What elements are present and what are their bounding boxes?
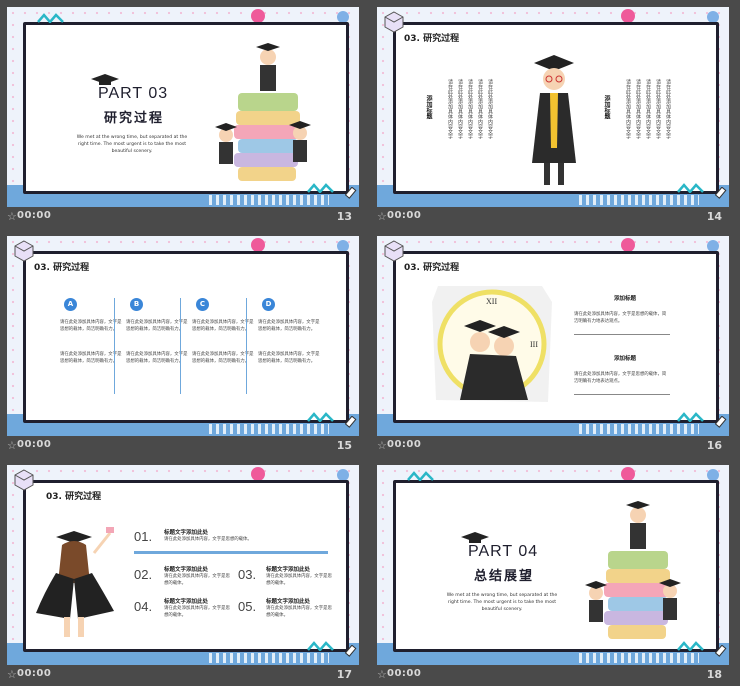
column-title: 添加标题 bbox=[425, 95, 432, 119]
content-frame: 03. 研究过程 01. 标题文字添加此处 请在此处添加具体内容，文字是思想的载… bbox=[23, 480, 349, 652]
pencil-icon bbox=[715, 645, 727, 657]
slide-time: 00:00 bbox=[387, 439, 422, 450]
content-frame: 03. 研究过程 添加标题 请在此处添加具体内容文字 请在此处添加具体内容文字 … bbox=[393, 22, 719, 194]
hexagon-icon bbox=[14, 240, 34, 262]
slide-thumb-14[interactable]: 03. 研究过程 添加标题 请在此处添加具体内容文字 请在此处添加具体内容文字 … bbox=[370, 0, 730, 228]
graduates-books-illustration bbox=[215, 43, 311, 181]
slide-status-bar: ☆ 00:00 16 bbox=[370, 436, 730, 457]
slide-thumb-13[interactable]: PART 03 研究过程 We met at the wrong time, b… bbox=[0, 0, 360, 228]
slide-time: 00:00 bbox=[17, 210, 52, 221]
slide-canvas: 03. 研究过程 A 请在此处添加具体内容，文字是思想的载体，简洁明确有力。 请… bbox=[7, 236, 359, 436]
item-label: 添加标题 bbox=[614, 296, 637, 302]
pink-circle bbox=[251, 9, 265, 23]
slide-canvas: 03. 研究过程 XII III 添加标题 请在此处添加具体内容，文字是思想的载… bbox=[377, 236, 729, 436]
item-title: 标题文字添加此处 bbox=[266, 599, 311, 605]
zigzag-icon bbox=[677, 183, 704, 193]
zigzag-icon bbox=[307, 183, 334, 193]
slide-number: 16 bbox=[706, 439, 722, 452]
svg-text:XII: XII bbox=[486, 297, 497, 306]
part-title: 总结展望 bbox=[474, 569, 535, 584]
pencil-icon bbox=[345, 187, 357, 199]
pencil-icon bbox=[345, 416, 357, 428]
slide-number: 13 bbox=[336, 210, 352, 223]
star-icon: ☆ bbox=[377, 668, 387, 681]
item-badge: C bbox=[196, 298, 209, 311]
pencil-icon bbox=[715, 416, 727, 428]
star-icon: ☆ bbox=[7, 668, 17, 681]
zigzag-icon bbox=[677, 641, 704, 651]
graduates-books-illustration bbox=[585, 501, 681, 639]
star-icon: ☆ bbox=[7, 210, 17, 223]
zigzag-icon bbox=[37, 13, 64, 23]
pink-circle bbox=[621, 467, 635, 481]
zigzag-icon bbox=[407, 471, 434, 481]
slide-header: 03. 研究过程 bbox=[46, 492, 102, 502]
star-icon: ☆ bbox=[377, 210, 387, 223]
clock-graduates-illustration: XII III bbox=[432, 286, 552, 402]
part-title: 研究过程 bbox=[104, 111, 165, 126]
slide-number: 15 bbox=[336, 439, 352, 452]
slide-status-bar: ☆ 00:00 15 bbox=[0, 436, 360, 457]
content-frame: 03. 研究过程 XII III 添加标题 请在此处添加具体内容，文字是思想的载… bbox=[393, 251, 719, 423]
content-frame: PART 03 研究过程 We met at the wrong time, b… bbox=[23, 22, 349, 194]
pink-circle bbox=[251, 238, 265, 252]
item-label: 添加标题 bbox=[614, 356, 637, 362]
star-icon: ☆ bbox=[377, 439, 387, 452]
pencil-icon bbox=[715, 187, 727, 199]
zigzag-icon bbox=[307, 641, 334, 651]
pencil-icon bbox=[345, 645, 357, 657]
zigzag-icon bbox=[307, 412, 334, 422]
graduate-boy-illustration bbox=[532, 55, 576, 185]
item-badge: B bbox=[130, 298, 143, 311]
item-title: 标题文字添加此处 bbox=[164, 599, 209, 605]
part-subtitle: We met at the wrong time, but separated … bbox=[76, 135, 188, 154]
item-title: 标题文字添加此处 bbox=[164, 530, 209, 536]
slide-thumb-16[interactable]: 03. 研究过程 XII III 添加标题 请在此处添加具体内容，文字是思想的载… bbox=[370, 229, 730, 457]
item-title: 标题文字添加此处 bbox=[164, 567, 209, 573]
graduate-girl-illustration bbox=[36, 527, 114, 637]
content-frame: 03. 研究过程 A 请在此处添加具体内容，文字是思想的载体，简洁明确有力。 请… bbox=[23, 251, 349, 423]
content-frame: PART 04 总结展望 We met at the wrong time, b… bbox=[393, 480, 719, 652]
hexagon-icon bbox=[14, 469, 34, 491]
slide-header: 03. 研究过程 bbox=[404, 34, 460, 44]
zigzag-icon bbox=[677, 412, 704, 422]
item-title: 标题文字添加此处 bbox=[266, 567, 311, 573]
column-title: 添加标题 bbox=[603, 95, 610, 119]
slide-thumb-18[interactable]: PART 04 总结展望 We met at the wrong time, b… bbox=[370, 458, 730, 686]
part-label: PART 03 bbox=[98, 85, 169, 102]
slide-number: 14 bbox=[706, 210, 722, 223]
pink-circle bbox=[621, 9, 635, 23]
slide-header: 03. 研究过程 bbox=[34, 263, 90, 273]
hexagon-icon bbox=[384, 240, 404, 262]
slide-time: 00:00 bbox=[17, 439, 52, 450]
slide-time: 00:00 bbox=[17, 668, 52, 679]
part-subtitle: We met at the wrong time, but separated … bbox=[446, 593, 558, 612]
slide-header: 03. 研究过程 bbox=[404, 263, 460, 273]
slide-status-bar: ☆ 00:00 13 bbox=[0, 207, 360, 228]
slide-time: 00:00 bbox=[387, 668, 422, 679]
slide-number: 18 bbox=[706, 668, 722, 681]
slide-canvas: PART 03 研究过程 We met at the wrong time, b… bbox=[7, 7, 359, 207]
hexagon-icon bbox=[384, 11, 404, 33]
part-label: PART 04 bbox=[468, 543, 539, 560]
pink-circle bbox=[251, 467, 265, 481]
item-badge: D bbox=[262, 298, 275, 311]
svg-text:III: III bbox=[530, 340, 538, 349]
star-icon: ☆ bbox=[7, 439, 17, 452]
slide-canvas: PART 04 总结展望 We met at the wrong time, b… bbox=[377, 465, 729, 665]
slide-thumb-17[interactable]: 03. 研究过程 01. 标题文字添加此处 请在此处添加具体内容，文字是思想的载… bbox=[0, 458, 360, 686]
item-badge: A bbox=[64, 298, 77, 311]
slide-time: 00:00 bbox=[387, 210, 422, 221]
slide-canvas: 03. 研究过程 添加标题 请在此处添加具体内容文字 请在此处添加具体内容文字 … bbox=[377, 7, 729, 207]
slide-status-bar: ☆ 00:00 14 bbox=[370, 207, 730, 228]
slide-canvas: 03. 研究过程 01. 标题文字添加此处 请在此处添加具体内容，文字是思想的载… bbox=[7, 465, 359, 665]
slide-number: 17 bbox=[336, 668, 352, 681]
pink-circle bbox=[621, 238, 635, 252]
slide-thumb-15[interactable]: 03. 研究过程 A 请在此处添加具体内容，文字是思想的载体，简洁明确有力。 请… bbox=[0, 229, 360, 457]
